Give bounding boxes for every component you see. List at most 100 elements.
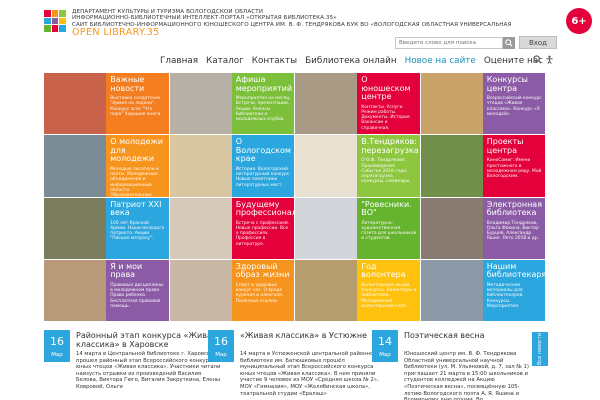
logo-square [51,10,59,17]
nav-item-whats-new[interactable]: Новое на сайте [405,56,476,66]
news-item[interactable]: 16 Мар Районный этап конкурса «Живая кла… [44,330,224,400]
section-tile[interactable]: Электронная библиотека Владимир Тендряков… [420,197,545,259]
section-tile[interactable]: Афиша мероприятий Мероприятия на месяц. В… [169,73,294,135]
tile-content: Я и мои права Правовые дисциплины в молод… [106,259,169,321]
section-tile[interactable]: Здоровый образ жизни Спорт и здоровье вок… [169,259,294,321]
tile-content: Год волонтера Волонтерские акции. Конкурс… [357,259,420,321]
tile-content: Будущему профессионалу Встреча с професси… [231,197,294,259]
search-button[interactable] [503,37,515,49]
tile-title[interactable]: Будущему профессионалу [236,200,294,218]
logo-square [44,10,51,17]
news-summary: 14 марта в Центральной библиотеке г. Хар… [76,351,221,390]
news-day: 14 [378,335,392,348]
news-month: Мар [379,352,391,358]
site-logo[interactable] [44,10,66,32]
tile-content: В.Тендряков: перезагрузка О В.Ф. Тендряко… [357,135,420,197]
news-month: Мар [51,352,63,358]
section-tile[interactable]: "Ровесники. ВО" Литературно-художественна… [295,197,420,259]
tile-title[interactable]: "Ровесники. ВО" [361,200,416,218]
tile-description: Литературно-художественная газета для шк… [361,220,417,242]
tile-description: Встреча с профессией. Новые профессии. В… [235,220,290,247]
section-tile[interactable]: О Вологодском крае История. Вологодский л… [169,135,294,197]
search-icon[interactable] [533,55,542,64]
tile-image [169,73,232,135]
section-tile[interactable]: Нашим библиотекарям Методические материал… [420,259,545,321]
section-tile[interactable]: Патриот XXI века 100 лет Красной Армии. Н… [44,197,169,259]
nav-item-catalog[interactable]: Каталог [206,56,244,66]
tile-title[interactable]: О молодежи для молодежи [110,137,165,164]
tile-title[interactable]: Патриот XXI века [110,200,165,218]
tile-title[interactable]: В.Тендряков: перезагрузка [361,137,418,155]
tile-content: Важные новости Выставка солдатских "Армия… [106,73,169,135]
tile-description: Контакты. Услуги. Режим работы. Документ… [361,104,411,131]
tile-content: О Вологодском крае История. Вологодский л… [231,135,294,197]
tile-image [169,259,232,321]
accessibility-icon[interactable] [545,55,554,64]
tile-description: О В.Ф. Тендрякове. Произведения. События… [361,158,411,185]
brand-name[interactable]: OPEN LIBRARY.35 [72,27,160,38]
tile-image [169,135,232,197]
login-button[interactable]: Вход [519,36,557,49]
tile-image [420,73,483,135]
tile-description: Мероприятия на месяц. Встречи, презентац… [235,96,291,122]
all-news-tab[interactable]: Все новости [532,332,548,366]
tile-title[interactable]: Здоровый образ жизни [236,262,291,280]
tile-description: Молодые писатели и поэты. Молодежные объ… [110,167,159,197]
tile-content: Афиша мероприятий Мероприятия на месяц. В… [231,73,294,135]
search-icon [505,39,513,47]
tile-title[interactable]: Афиша мероприятий [236,75,292,93]
tile-title[interactable]: Электронная библиотека [487,200,542,218]
section-tile[interactable]: Важные новости Выставка солдатских "Армия… [44,73,169,135]
tile-image [420,259,483,321]
tile-title[interactable]: О юношеском центре [361,75,416,102]
tile-title[interactable]: Конкурсы центра [487,75,542,93]
tile-image [295,73,358,135]
tile-image [295,135,358,197]
news-summary: Юношеский центр им. В. Ф. Тендрякова Обл… [404,351,529,400]
nav-item-online-library[interactable]: Библиотека онлайн [305,56,397,66]
search-input[interactable] [395,37,503,49]
tile-description: 100 лет Красной Армии. Наши молодого пат… [110,220,165,242]
news-day: 16 [50,335,64,348]
section-tile[interactable]: Я и мои права Правовые дисциплины в молод… [44,259,169,321]
section-tiles: Важные новости Выставка солдатских "Армия… [44,73,545,321]
logo-square [44,17,51,25]
section-tile[interactable]: Будущему профессионалу Встреча с професси… [169,197,294,259]
tile-image [44,135,107,197]
nav-item-home[interactable]: Главная [160,56,198,66]
tile-title[interactable]: Проекты центра [487,137,542,155]
tile-image [44,197,107,259]
tile-description: Правовые дисциплины в молодежном праве. … [110,282,164,309]
tile-title[interactable]: Год волонтера [361,262,416,280]
news-item[interactable]: 14 Мар Поэтическая весна Юношеский центр… [372,330,532,400]
tile-image [295,259,358,321]
news-summary: 14 марта в Устюженской центральной район… [240,351,379,397]
tile-content: "Ровесники. ВО" Литературно-художественна… [357,197,420,259]
news-item[interactable]: 16 Мар «Живая классика» в Устюжне 14 мар… [208,330,388,400]
news-title[interactable]: Районный этап конкурса «Живая классика» … [76,331,221,349]
nav-item-contacts[interactable]: Контакты [252,56,297,66]
tile-content: Проекты центра КиноСамиг: Имени престижно… [482,135,545,197]
section-tile[interactable]: Проекты центра КиноСамиг: Имени престижно… [420,135,545,197]
section-tile[interactable]: О юношеском центре Контакты. Услуги. Режи… [295,73,420,135]
section-tile[interactable]: В.Тендряков: перезагрузка О В.Ф. Тендряко… [295,135,420,197]
news-title[interactable]: «Живая классика» в Устюжне [240,331,385,340]
tile-image [44,259,107,321]
tile-title[interactable]: О Вологодском крае [236,137,291,164]
tile-title[interactable]: Я и мои права [110,262,165,280]
news-title[interactable]: Поэтическая весна [404,331,530,340]
tile-image [169,197,232,259]
tile-description: КиноСамиг: Имени престижного в молодежно… [486,158,542,180]
tile-title[interactable]: Важные новости [110,75,165,93]
nav-tools [533,55,554,64]
section-tile[interactable]: Конкурсы центра Всероссийский конкурс чте… [420,73,545,135]
tile-content: Здоровый образ жизни Спорт и здоровье вок… [231,259,294,321]
news-date: 16 Мар [208,330,234,362]
tile-title[interactable]: Нашим библиотекарям [487,262,545,280]
section-tile[interactable]: Год волонтера Волонтерские акции. Конкурс… [295,259,420,321]
tile-description: Владимир Тендряков, Ольга Фокина, Виктор… [486,220,540,242]
section-tile[interactable]: О молодежи для молодежи Молодые писатели … [44,135,169,197]
tile-content: Нашим библиотекарям Методические материал… [482,259,545,321]
tile-description: Всероссийский конкурс чтецов «Живая клас… [486,96,542,117]
logo-square [51,17,59,25]
